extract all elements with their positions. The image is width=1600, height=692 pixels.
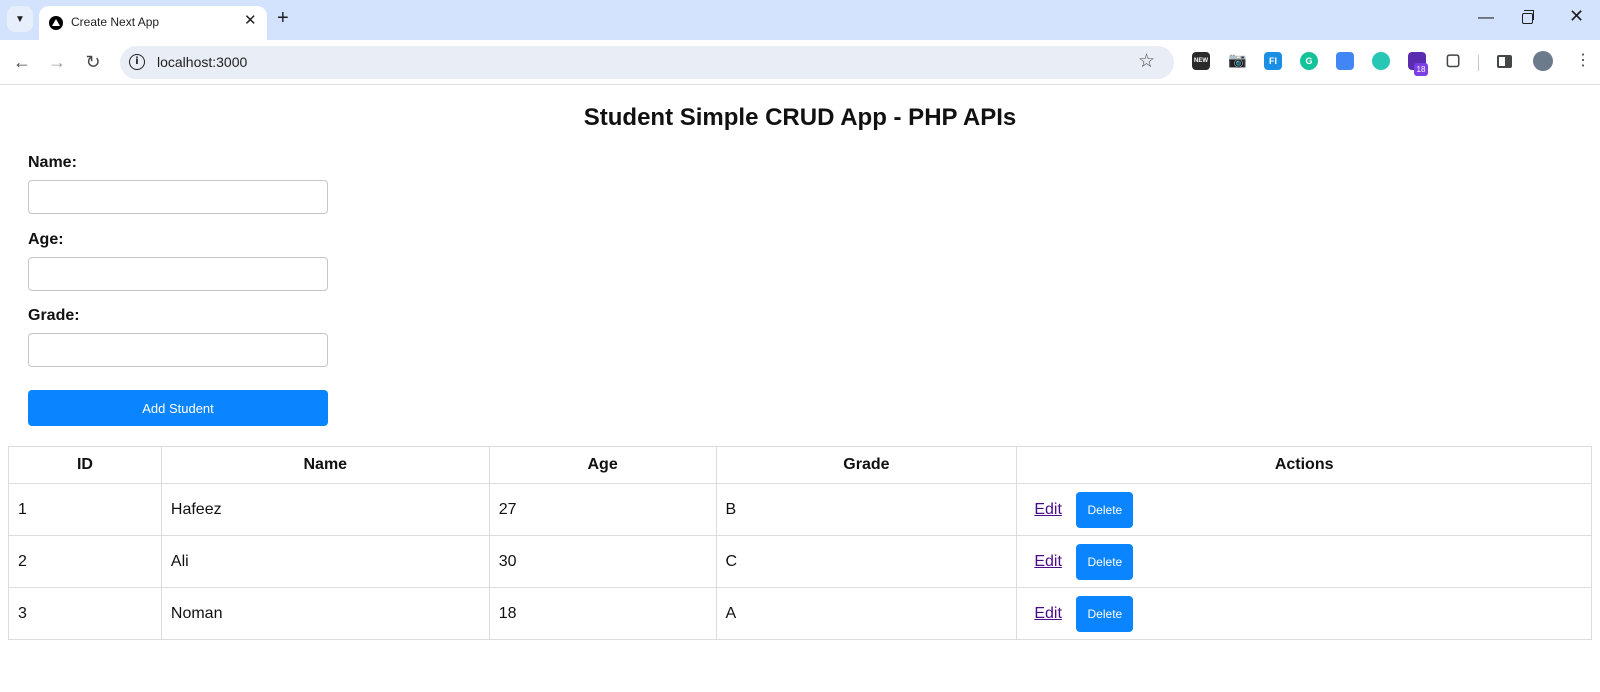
cell-age: 27 (488, 483, 717, 536)
browser-toolbar: ← → ↻ i localhost:3000 ☆ NEW 📷 FI G 18 ▢… (0, 40, 1600, 85)
edit-link[interactable]: Edit (1034, 605, 1062, 623)
table-row: 3 Noman 18 A Edit Delete (8, 587, 1592, 640)
grammarly-extension-icon[interactable]: G (1300, 52, 1318, 70)
name-label: Name: (28, 154, 77, 171)
tab-search-button[interactable]: ▼ (7, 6, 33, 32)
fi-extension-icon[interactable]: FI (1264, 52, 1282, 70)
edit-link[interactable]: Edit (1034, 501, 1062, 519)
reload-icon[interactable]: ↻ (81, 50, 105, 74)
browser-tab[interactable]: Create Next App ✕ (39, 6, 267, 40)
page-content: Student Simple CRUD App - PHP APIs Name:… (0, 86, 1600, 692)
extensions-puzzle-icon[interactable]: ▢ (1444, 52, 1462, 70)
grade-input[interactable] (28, 333, 328, 367)
extension-badge: 18 (1414, 63, 1428, 76)
delete-button[interactable]: Delete (1076, 595, 1134, 632)
ring-extension-icon[interactable] (1372, 52, 1390, 70)
age-input[interactable] (28, 257, 328, 291)
close-window-icon[interactable]: ✕ (1569, 7, 1584, 25)
url-text[interactable]: localhost:3000 (157, 54, 247, 70)
back-arrow-icon[interactable]: ← (10, 50, 34, 74)
minimize-window-icon[interactable]: — (1478, 9, 1494, 27)
column-header-age: Age (488, 446, 717, 484)
students-table: ID Name Age Grade Actions 1 Hafeez 27 B … (8, 446, 1592, 640)
side-panel-icon[interactable] (1497, 55, 1512, 68)
bookmark-star-icon[interactable]: ☆ (1138, 50, 1155, 74)
table-header-row: ID Name Age Grade Actions (8, 446, 1592, 484)
cell-id: 1 (8, 483, 162, 536)
column-header-id: ID (8, 446, 162, 484)
document-extension-icon[interactable] (1336, 52, 1354, 70)
more-menu-icon[interactable]: ⋮ (1575, 50, 1591, 72)
cell-age: 30 (488, 535, 717, 588)
cell-id: 3 (8, 587, 162, 640)
edit-link[interactable]: Edit (1034, 553, 1062, 571)
column-header-name: Name (160, 446, 490, 484)
new-tab-icon[interactable]: + (277, 8, 289, 28)
table-row: 1 Hafeez 27 B Edit Delete (8, 483, 1592, 536)
new-extension-icon[interactable]: NEW (1192, 52, 1210, 70)
column-header-actions: Actions (1016, 446, 1592, 484)
cell-actions: Edit Delete (1016, 535, 1592, 588)
cell-actions: Edit Delete (1016, 587, 1592, 640)
cell-actions: Edit Delete (1016, 483, 1592, 536)
page-title: Student Simple CRUD App - PHP APIs (583, 104, 1017, 131)
profile-avatar[interactable] (1533, 51, 1553, 71)
camera-extension-icon[interactable]: 📷 (1228, 52, 1247, 70)
cell-grade: A (715, 587, 1018, 640)
cell-name: Hafeez (160, 483, 490, 536)
age-label: Age: (28, 231, 64, 248)
column-header-grade: Grade (715, 446, 1018, 484)
address-bar[interactable]: i localhost:3000 ☆ (120, 46, 1174, 79)
tab-strip: ▼ Create Next App ✕ + — ✕ (0, 0, 1600, 40)
add-student-button[interactable]: Add Student (28, 390, 328, 426)
name-input[interactable] (28, 180, 328, 214)
delete-button[interactable]: Delete (1076, 491, 1134, 528)
delete-button[interactable]: Delete (1076, 543, 1134, 580)
chevron-down-icon: ▼ (15, 13, 25, 25)
toolbar-divider (1478, 55, 1479, 71)
nextjs-favicon-icon (49, 16, 63, 30)
cell-grade: C (715, 535, 1018, 588)
cell-name: Ali (160, 535, 490, 588)
forward-arrow-icon[interactable]: → (45, 50, 69, 74)
grade-label: Grade: (28, 307, 80, 324)
restore-window-icon[interactable] (1522, 10, 1534, 24)
tab-title: Create Next App (71, 15, 160, 29)
cell-name: Noman (160, 587, 490, 640)
cell-grade: B (715, 483, 1018, 536)
site-info-icon[interactable]: i (129, 54, 145, 70)
close-tab-icon[interactable]: ✕ (244, 13, 257, 28)
table-row: 2 Ali 30 C Edit Delete (8, 535, 1592, 588)
cell-age: 18 (488, 587, 717, 640)
cell-id: 2 (8, 535, 162, 588)
